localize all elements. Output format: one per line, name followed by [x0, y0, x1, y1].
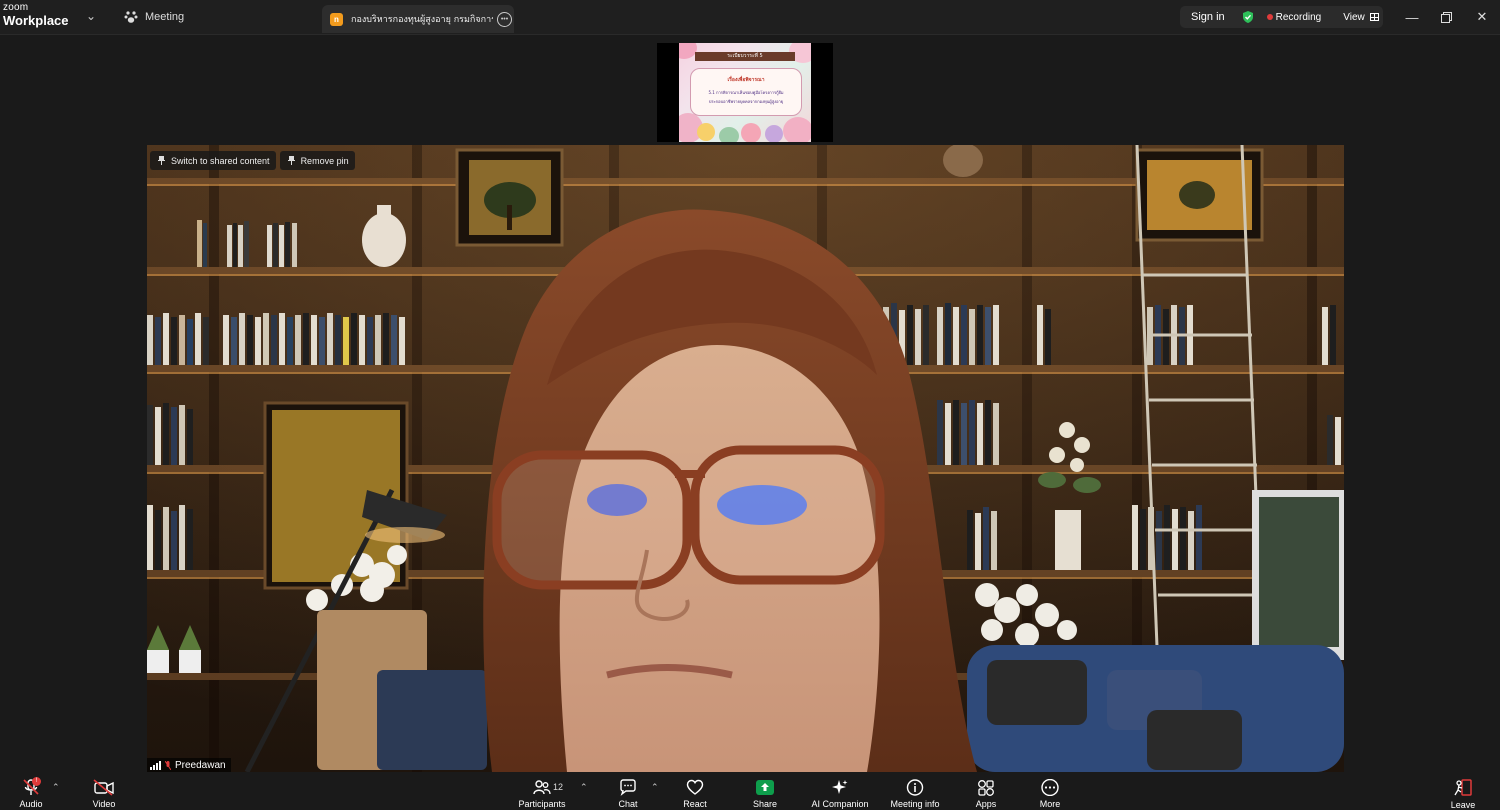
virtual-background-library: [147, 145, 1344, 772]
participant-name-tag: Preedawan: [147, 758, 231, 772]
video-pin-controls: Switch to shared content Remove pin: [150, 151, 372, 170]
paw-icon: [124, 11, 138, 23]
notification-badge: !: [32, 777, 41, 786]
shared-slide: ระเบียบวาระที่ 5 เรื่องเพื่อพิจารณา 5.1 …: [679, 43, 811, 142]
sparkle-icon: [832, 780, 848, 794]
meeting-toolbar: Audio ! ⌃ Video Participants 12 ⌃ Chat ⌃: [0, 772, 1500, 810]
meeting-info-label: Meeting info: [890, 799, 940, 809]
info-icon: [906, 779, 924, 796]
audio-options-caret-icon[interactable]: ⌃: [52, 782, 60, 793]
video-button[interactable]: Video: [90, 772, 118, 810]
leave-icon: [1454, 779, 1472, 796]
more-options-icon[interactable]: •••: [497, 11, 512, 27]
share-screen-icon: [756, 780, 774, 795]
participant-video[interactable]: [147, 145, 1344, 772]
slide-line-2: 5.1 การพิจารณาเห็นชอบคู่มือโครงการกู้ยืม: [708, 90, 784, 95]
heart-icon: [686, 779, 704, 795]
shared-content-thumbnail[interactable]: ระเบียบวาระที่ 5 เรื่องเพื่อพิจารณา 5.1 …: [657, 43, 833, 142]
more-icon: [1041, 779, 1059, 796]
meeting-title: กองบริหารกองทุนผู้สูงอายุ กรมกิจการผู้: [351, 15, 493, 25]
meeting-tab[interactable]: Meeting: [124, 10, 184, 24]
meeting-title-tab[interactable]: n กองบริหารกองทุนผู้สูงอายุ กรมกิจการผู้…: [322, 5, 514, 33]
switch-to-shared-content-button[interactable]: Switch to shared content: [150, 151, 276, 170]
switch-to-shared-content-label: Switch to shared content: [171, 155, 270, 166]
ai-companion-label: AI Companion: [811, 799, 869, 809]
chat-label: Chat: [618, 799, 638, 809]
react-label: React: [683, 799, 707, 809]
remove-pin-button[interactable]: Remove pin: [279, 151, 355, 170]
audio-label: Audio: [19, 799, 43, 809]
pin-icon: [287, 156, 295, 165]
audio-button[interactable]: Audio: [17, 772, 45, 810]
participants-options-caret-icon[interactable]: ⌃: [580, 782, 588, 793]
video-off-icon: [93, 779, 114, 796]
slide-line-1: เรื่องเพื่อพิจารณา: [727, 77, 765, 83]
more-button[interactable]: More: [1036, 772, 1064, 810]
title-bar: zoom Workplace ⌄ Meeting n กองบริหารกองท…: [0, 0, 1500, 35]
chevron-down-icon[interactable]: ⌄: [86, 9, 96, 23]
chat-icon: [620, 779, 636, 796]
pin-icon: [158, 156, 165, 165]
meeting-info-button[interactable]: Meeting info: [888, 772, 942, 810]
signal-strength-icon: [150, 760, 161, 770]
apps-label: Apps: [975, 799, 997, 809]
view-button[interactable]: View: [1343, 12, 1379, 23]
participants-icon: [533, 780, 551, 795]
shield-check-icon[interactable]: [1241, 10, 1255, 24]
recording-dot-icon: [1266, 14, 1273, 20]
restore-icon[interactable]: [1437, 8, 1455, 26]
view-label: View: [1343, 11, 1365, 23]
meeting-status-group: Sign in Recording View: [1180, 6, 1383, 28]
share-label: Share: [752, 799, 778, 809]
participants-label: Participants: [518, 799, 566, 809]
leave-label: Leave: [1450, 800, 1476, 810]
apps-icon: [978, 780, 994, 796]
meeting-app-icon: n: [330, 12, 343, 26]
apps-button[interactable]: Apps: [972, 772, 1000, 810]
ai-companion-button[interactable]: AI Companion: [810, 772, 870, 810]
slide-card: เรื่องเพื่อพิจารณา 5.1 การพิจารณาเห็นชอบ…: [690, 68, 802, 116]
video-label: Video: [92, 799, 116, 809]
participant-count: 12: [553, 782, 564, 792]
react-button[interactable]: React: [681, 772, 709, 810]
remove-pin-label: Remove pin: [300, 155, 349, 166]
sign-in-button[interactable]: Sign in: [1191, 11, 1225, 23]
share-button[interactable]: Share: [751, 772, 779, 810]
slide-header: ระเบียบวาระที่ 5: [695, 52, 795, 61]
muted-mic-icon: [165, 760, 171, 770]
chat-options-caret-icon[interactable]: ⌃: [651, 782, 659, 793]
slide-line-3: ประกอบอาชีพรายบุคคลจากกองทุนผู้สูงอายุ: [708, 99, 784, 104]
close-icon[interactable]: ✕: [1473, 8, 1491, 26]
minimize-icon[interactable]: —: [1403, 8, 1421, 26]
zoom-workplace-logo: zoom Workplace: [3, 2, 69, 28]
recording-status[interactable]: Recording: [1276, 12, 1322, 23]
brand-small-text: zoom: [3, 2, 29, 13]
more-label: More: [1039, 799, 1061, 809]
meeting-tab-label: Meeting: [145, 11, 185, 23]
grid-view-icon: [1369, 13, 1379, 21]
participant-name: Preedawan: [175, 759, 226, 771]
leave-button[interactable]: Leave: [1449, 772, 1477, 810]
brand-big-text: Workplace: [3, 13, 69, 28]
chat-button[interactable]: Chat: [614, 772, 642, 810]
